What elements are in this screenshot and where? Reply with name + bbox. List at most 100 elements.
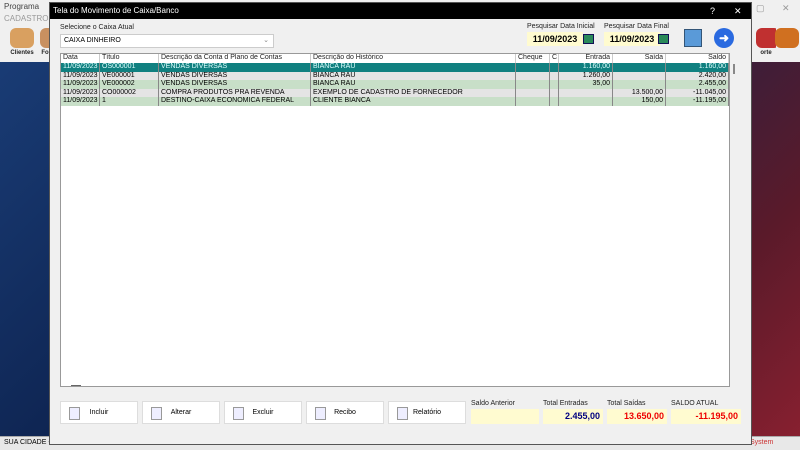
grid-cell: EXEMPLO DE CADASTRO DE FORNECEDOR — [311, 88, 516, 97]
excluir-button[interactable]: Excluir — [224, 401, 302, 424]
grid-cell: 1.160,00 — [559, 63, 613, 72]
grid-cell: VE000002 — [100, 80, 159, 89]
grid-cell — [550, 71, 559, 80]
support-icon — [756, 28, 776, 48]
grid-cell: DESTINO-CAIXA ECONOMICA FEDERAL — [159, 97, 311, 106]
dialog-title-bar: Tela do Movimento de Caixa/Banco ? ✕ — [50, 3, 751, 19]
tool-label: orte — [760, 50, 772, 56]
grid-cell: BIANCA RAU — [311, 80, 516, 89]
recibo-button[interactable]: Recibo — [306, 401, 384, 424]
column-header: C — [550, 54, 559, 63]
grid-cell: COMPRA PRODUTOS PRA REVENDA — [159, 88, 311, 97]
exit-tool-button[interactable] — [774, 28, 800, 60]
button-label: Recibo — [334, 409, 356, 416]
calendar-icon[interactable] — [583, 34, 594, 44]
grid-cell — [550, 63, 559, 72]
grid-cell: CLIENTE BIANCA — [311, 97, 516, 106]
alterar-button[interactable]: Alterar — [142, 401, 220, 424]
date-end-label: Pesquisar Data Final — [604, 23, 669, 30]
app-close-icon[interactable]: ✕ — [782, 3, 790, 14]
button-label: Relatório — [412, 409, 441, 416]
grid-cell — [516, 80, 550, 89]
caixa-label: Selecione o Caixa Atual — [60, 24, 134, 31]
grid-cell: -11.045,00 — [666, 88, 729, 97]
scrollbar[interactable] — [733, 64, 735, 74]
grid-cell: 11/09/2023 — [61, 88, 100, 97]
suporte-tool-button[interactable]: orte — [756, 28, 776, 60]
date-end-input[interactable]: 11/09/2023 — [604, 32, 660, 46]
clients-icon — [10, 28, 34, 48]
grid-cell: VENDAS DIVERSAS — [159, 71, 311, 80]
grid-cell: 150,00 — [613, 97, 666, 106]
grid-cell — [550, 97, 559, 106]
grid-cell: 11/09/2023 — [61, 97, 100, 106]
h-scrollbar[interactable] — [71, 385, 81, 386]
relatrio-button[interactable]: Relatório — [388, 401, 466, 424]
table-row[interactable]: 11/09/2023 1 DESTINO-CAIXA ECONOMICA FEDER… — [61, 97, 729, 106]
grid-cell: CO000002 — [100, 88, 159, 97]
clientes-tool-button[interactable]: Clientes — [4, 28, 40, 60]
grid-cell — [516, 88, 550, 97]
dialog-title: Tela do Movimento de Caixa/Banco — [53, 6, 179, 15]
table-row[interactable]: 11/09/2023 VE000002 VENDAS DIVERSAS BIANCA … — [61, 80, 729, 89]
date-start-input[interactable]: 11/09/2023 — [527, 32, 583, 46]
caixa-select[interactable]: CAIXA DINHEIRO ⌄ — [60, 34, 274, 48]
grid-cell: 13.500,00 — [613, 88, 666, 97]
grid-cell: 11/09/2023 — [61, 80, 100, 89]
grid-cell: 1.160,00 — [666, 63, 729, 72]
grid-cell: 2.420,00 — [666, 71, 729, 80]
header-row[interactable]: Data Título Descrição da Conta d Plano de … — [61, 54, 729, 63]
grid-cell — [550, 80, 559, 89]
menu-cadastros[interactable]: CADASTROS — [4, 14, 54, 23]
column-header: Saldo — [666, 54, 729, 63]
total-saidas-label: Total Saídas — [607, 400, 646, 407]
date-start-label: Pesquisar Data Inicial — [527, 23, 595, 30]
column-header: Descrição do Histórico — [311, 54, 516, 63]
table-row[interactable]: 11/09/2023 OS000001 VENDAS DIVERSAS BIANCA … — [61, 63, 729, 72]
saldo-anterior-value — [471, 409, 539, 424]
app-title: Programa — [4, 2, 40, 11]
status-system: System — [750, 439, 774, 446]
exit-icon — [775, 28, 799, 48]
incluir-button[interactable]: Incluir — [60, 401, 138, 424]
grid-cell — [559, 97, 613, 106]
grid-cell — [613, 80, 666, 89]
grid-cell — [516, 71, 550, 80]
grid-cell — [550, 88, 559, 97]
restore-icon[interactable]: ▢ — [756, 3, 765, 14]
total-entradas-label: Total Entradas — [543, 400, 588, 407]
grid-cell — [613, 71, 666, 80]
saldo-anterior-label: Saldo Anterior — [471, 400, 515, 407]
table-row[interactable]: 11/09/2023 VE000001 VENDAS DIVERSAS BIANCA … — [61, 71, 729, 80]
help-button[interactable]: ? — [710, 3, 715, 19]
column-header: Saída — [613, 54, 666, 63]
calendar-icon[interactable] — [658, 34, 669, 44]
grid-cell: BIANCA RAU — [311, 71, 516, 80]
caixa-value: CAIXA DINHEIRO — [64, 37, 121, 44]
table-row[interactable]: 11/09/2023 CO000002 COMPRA PRODUTOS PRA RE… — [61, 88, 729, 97]
grid-cell: 1.260,00 — [559, 71, 613, 80]
saldo-atual-value: -11.195,00 — [671, 409, 741, 424]
grid-cell — [516, 63, 550, 72]
arrow-right-icon[interactable]: ➜ — [714, 28, 734, 48]
grid-cell: VENDAS DIVERSAS — [159, 80, 311, 89]
grid-cell — [516, 97, 550, 106]
grid-cell — [613, 63, 666, 72]
column-header: Cheque — [516, 54, 550, 63]
movement-grid[interactable]: Data Título Descrição da Conta d Plano de … — [60, 53, 735, 387]
close-button[interactable]: ✕ — [734, 3, 742, 19]
grid-cell: -11.195,00 — [666, 97, 729, 106]
grid-cell: VENDAS DIVERSAS — [159, 63, 311, 72]
saldo-atual-label: SALDO ATUAL — [671, 400, 719, 407]
grid-cell: 35,00 — [559, 80, 613, 89]
column-header: Entrada — [559, 54, 613, 63]
column-header: Data — [61, 54, 100, 63]
grid-cell: 11/09/2023 — [61, 71, 100, 80]
button-label: Incluir — [89, 409, 109, 416]
tool-label: Fo — [41, 50, 49, 56]
total-entradas-value: 2.455,00 — [543, 409, 603, 424]
grid-cell: 11/09/2023 — [61, 63, 100, 72]
refresh-icon[interactable] — [684, 29, 702, 47]
grid-cell: 1 — [100, 97, 159, 106]
column-header: Descrição da Conta d Plano de Contas — [159, 54, 311, 63]
